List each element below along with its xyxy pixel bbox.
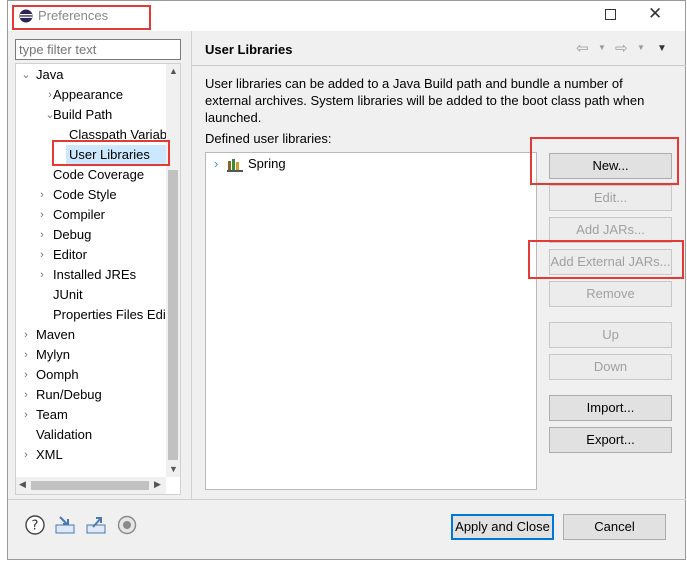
chevron-right-icon[interactable]: › xyxy=(20,365,32,385)
remove-button[interactable]: Remove xyxy=(549,281,672,307)
forward-dropdown-icon[interactable]: ▼ xyxy=(637,43,645,52)
chevron-right-icon[interactable]: › xyxy=(20,445,32,465)
title-highlight-box xyxy=(12,5,151,30)
library-icon xyxy=(227,158,243,172)
tree-horizontal-scrollbar[interactable]: ◀ ▶ xyxy=(16,477,166,494)
tree-item-build-path[interactable]: Build Path xyxy=(53,105,112,125)
down-button[interactable]: Down xyxy=(549,354,672,380)
preference-tree: ⌄ Java › Appearance ⌄ Build Path Classpa… xyxy=(15,63,181,495)
export-preferences-icon[interactable] xyxy=(85,515,107,535)
chevron-down-icon[interactable]: ⌄ xyxy=(20,65,32,85)
tree-item-java[interactable]: Java xyxy=(36,65,63,85)
chevron-right-icon[interactable]: › xyxy=(20,325,32,345)
cancel-button[interactable]: Cancel xyxy=(563,514,666,540)
page-title: User Libraries xyxy=(205,42,293,57)
chevron-right-icon[interactable]: › xyxy=(36,185,48,205)
tree-item-properties-files-editor[interactable]: Properties Files Edi xyxy=(53,305,166,325)
forward-arrow-icon[interactable]: ⇨ xyxy=(615,39,628,57)
back-dropdown-icon[interactable]: ▼ xyxy=(598,43,606,52)
page-header-separator xyxy=(192,65,686,66)
maximize-icon[interactable] xyxy=(605,9,616,20)
tree-item-mylyn[interactable]: Mylyn xyxy=(36,345,70,365)
pane-divider[interactable] xyxy=(191,31,192,499)
help-icon[interactable]: ? xyxy=(25,515,45,535)
tree-item-validation[interactable]: Validation xyxy=(36,425,92,445)
chevron-right-icon[interactable]: › xyxy=(36,265,48,285)
chevron-right-icon[interactable]: › xyxy=(36,205,48,225)
new-button-highlight-box xyxy=(530,137,679,185)
tree-item-maven[interactable]: Maven xyxy=(36,325,75,345)
scroll-right-icon[interactable]: ▶ xyxy=(154,479,161,490)
apply-and-close-button[interactable]: Apply and Close xyxy=(451,514,554,540)
tree-vertical-scrollbar[interactable]: ▲ ▼ xyxy=(166,64,180,477)
chevron-right-icon[interactable]: › xyxy=(20,405,32,425)
close-icon[interactable]: ✕ xyxy=(648,4,662,24)
tree-item-xml[interactable]: XML xyxy=(36,445,63,465)
tree-item-code-style[interactable]: Code Style xyxy=(53,185,117,205)
chevron-right-icon[interactable]: › xyxy=(20,385,32,405)
tree-item-run-debug[interactable]: Run/Debug xyxy=(36,385,102,405)
tree-item-code-coverage[interactable]: Code Coverage xyxy=(53,165,144,185)
chevron-right-icon[interactable]: › xyxy=(36,225,48,245)
import-button[interactable]: Import... xyxy=(549,395,672,421)
tree-item-junit[interactable]: JUnit xyxy=(53,285,83,305)
libraries-tree: › Spring xyxy=(205,152,537,490)
scrollbar-thumb[interactable] xyxy=(168,170,178,460)
tree-item-team[interactable]: Team xyxy=(36,405,68,425)
library-label: Spring xyxy=(248,156,286,171)
defined-libraries-label: Defined user libraries: xyxy=(205,131,332,146)
footer-separator xyxy=(8,499,686,500)
tree-item-appearance[interactable]: Appearance xyxy=(53,85,123,105)
export-button[interactable]: Export... xyxy=(549,427,672,453)
up-button[interactable]: Up xyxy=(549,322,672,348)
tree-item-compiler[interactable]: Compiler xyxy=(53,205,105,225)
svg-text:?: ? xyxy=(32,519,39,534)
import-preferences-icon[interactable] xyxy=(54,515,76,535)
tree-item-debug[interactable]: Debug xyxy=(53,225,91,245)
tree-item-editor[interactable]: Editor xyxy=(53,245,87,265)
scroll-down-icon[interactable]: ▼ xyxy=(169,464,178,474)
tree-item-oomph[interactable]: Oomph xyxy=(36,365,79,385)
tree-item-installed-jres[interactable]: Installed JREs xyxy=(53,265,136,285)
scroll-left-icon[interactable]: ◀ xyxy=(19,479,26,490)
edit-button[interactable]: Edit... xyxy=(549,185,672,211)
chevron-right-icon[interactable]: › xyxy=(20,345,32,365)
chevron-right-icon[interactable]: › xyxy=(36,245,48,265)
view-menu-icon[interactable]: ▼ xyxy=(657,43,667,54)
filter-input[interactable] xyxy=(15,39,181,60)
back-arrow-icon[interactable]: ⇦ xyxy=(576,39,589,57)
scrollbar-thumb[interactable] xyxy=(31,481,149,490)
scroll-up-icon[interactable]: ▲ xyxy=(169,66,178,76)
stop-icon[interactable] xyxy=(117,515,137,535)
user-libraries-highlight-box xyxy=(52,140,170,166)
preferences-window: Preferences ✕ ⌄ Java › Appearance ⌄ Buil… xyxy=(7,0,686,560)
chevron-right-icon[interactable]: › xyxy=(214,156,218,171)
page-description: User libraries can be added to a Java Bu… xyxy=(205,76,645,125)
add-external-jars-highlight-box xyxy=(528,240,684,279)
